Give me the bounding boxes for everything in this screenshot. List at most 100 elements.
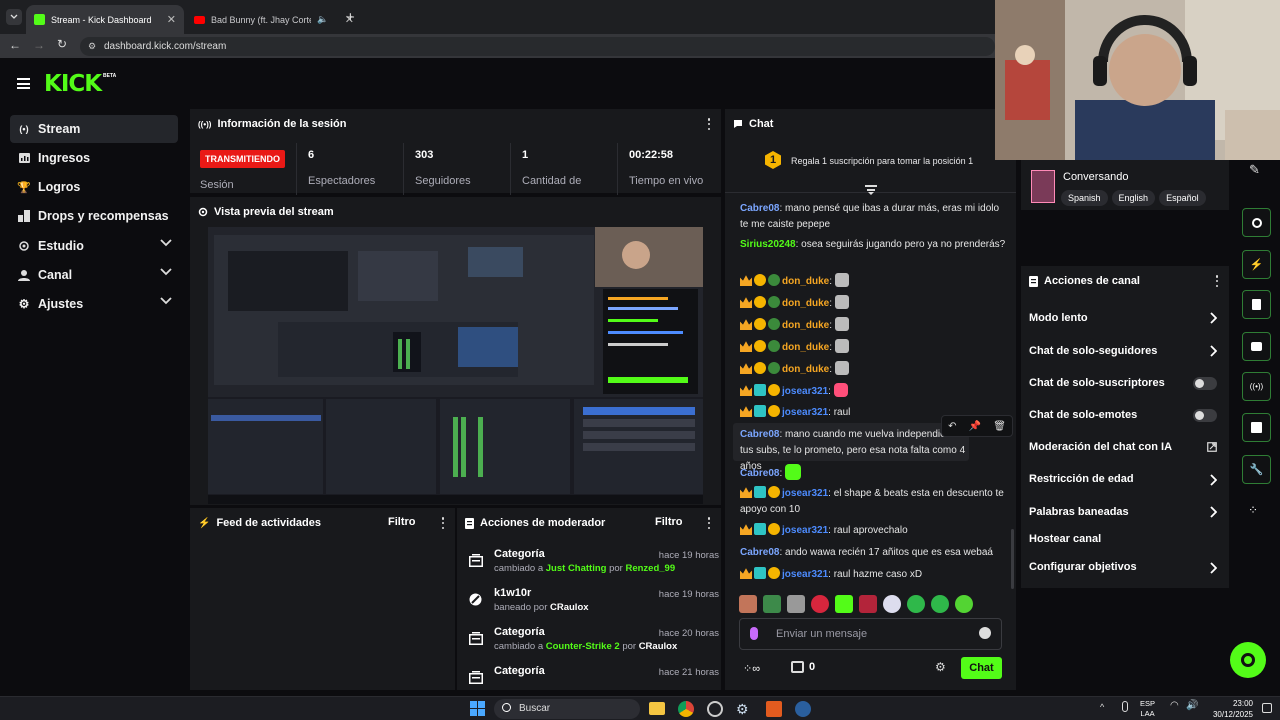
wifi-icon[interactable]: ◠ (1170, 700, 1179, 711)
emote-icon[interactable] (763, 595, 781, 613)
more-options-icon[interactable] (441, 517, 445, 529)
gear-icon[interactable]: ⚙ (935, 660, 946, 674)
clock[interactable]: 23:00 30/12/2025 (1205, 698, 1253, 720)
emote-icon[interactable] (883, 595, 901, 613)
emoji-picker-icon[interactable] (979, 627, 991, 639)
chat-username[interactable]: don_duke (782, 342, 829, 353)
subscribers-only-toggle[interactable] (1193, 377, 1217, 390)
kick-logo[interactable]: KICK (44, 71, 102, 97)
emote-icon[interactable] (811, 595, 829, 613)
app-icon[interactable] (707, 701, 723, 717)
language-tag[interactable]: English (1111, 190, 1156, 206)
url-input[interactable]: ⚙ dashboard.kick.com/stream (80, 37, 995, 56)
action-followers-only[interactable]: Chat de solo-seguidores (1029, 345, 1219, 357)
rail-chat-button[interactable] (1242, 332, 1271, 361)
action-age-restriction[interactable]: Restricción de edad (1029, 473, 1219, 485)
support-button[interactable] (1230, 642, 1266, 678)
tab-search-button[interactable] (6, 9, 22, 25)
action-configure-goals[interactable]: Configurar objetivos (1029, 561, 1219, 573)
emote-icon[interactable] (739, 595, 757, 613)
pin-message-icon[interactable]: 📌 (969, 421, 981, 432)
chat-username[interactable]: don_duke (782, 364, 829, 375)
emote-icon[interactable] (787, 595, 805, 613)
speaker-icon[interactable]: 🔈 (317, 14, 328, 25)
store-icon[interactable] (791, 661, 804, 673)
chat-username[interactable]: josear321 (782, 386, 828, 397)
chat-username[interactable]: josear321 (782, 525, 828, 536)
filter-button[interactable]: Filtro (655, 516, 683, 528)
more-options-icon[interactable] (1215, 275, 1219, 287)
emotes-only-toggle[interactable] (1193, 409, 1217, 422)
sidebar-item-logros[interactable]: 🏆 Logros (10, 173, 178, 201)
chevron-down-icon[interactable] (160, 239, 172, 247)
emote-icon[interactable] (955, 595, 973, 613)
rail-moderator-button[interactable] (1242, 290, 1271, 319)
taskbar-search[interactable]: Buscar (494, 699, 640, 719)
chat-username[interactable]: Cabre08 (740, 203, 779, 214)
chevron-right-icon[interactable] (1210, 562, 1217, 574)
reload-icon[interactable]: ↻ (57, 37, 67, 51)
community-icon[interactable]: ⁘∞ (743, 662, 760, 675)
more-options-icon[interactable] (707, 118, 711, 130)
microphone-icon[interactable] (750, 627, 758, 640)
action-host-channel[interactable]: Hostear canal (1029, 533, 1219, 545)
action-ai-moderation[interactable]: Moderación del chat con IA (1029, 441, 1219, 453)
browser-tab-kick[interactable]: Stream - Kick Dashboard ✕ (26, 5, 184, 34)
external-link-icon[interactable] (1207, 442, 1217, 452)
chevron-up-icon[interactable]: ^ (1100, 702, 1104, 712)
chat-username[interactable]: Cabre08 (740, 547, 779, 558)
sidebar-item-canal[interactable]: Canal (10, 261, 178, 289)
chrome-icon[interactable] (678, 701, 694, 717)
close-tab-icon[interactable]: ✕ (167, 13, 176, 26)
chat-username[interactable]: josear321 (782, 488, 828, 499)
chevron-right-icon[interactable] (1210, 474, 1217, 486)
file-explorer-icon[interactable] (649, 702, 665, 715)
more-options-icon[interactable] (707, 517, 711, 529)
chat-username[interactable]: don_duke (782, 320, 829, 331)
back-icon[interactable]: ← (9, 38, 21, 52)
chevron-down-icon[interactable] (160, 297, 172, 305)
language-indicator[interactable]: ESP LAA (1140, 699, 1155, 719)
language-tag[interactable]: Spanish (1061, 190, 1108, 206)
chat-username[interactable]: don_duke (782, 298, 829, 309)
rail-preview-button[interactable] (1242, 208, 1271, 237)
reply-icon[interactable]: ↶ (948, 421, 956, 432)
sidebar-item-estudio[interactable]: Estudio (10, 232, 178, 260)
windows-start-icon[interactable] (470, 701, 485, 716)
chevron-right-icon[interactable] (1210, 312, 1217, 324)
community-icon[interactable]: ⁘ (1248, 503, 1258, 517)
emote-icon[interactable] (907, 595, 925, 613)
volume-icon[interactable]: 🔊 (1186, 700, 1198, 711)
microphone-tray-icon[interactable] (1122, 701, 1128, 712)
chat-username[interactable]: don_duke (782, 276, 829, 287)
emote-icon[interactable] (859, 595, 877, 613)
rail-session-button[interactable]: ((•)) (1242, 372, 1271, 401)
rail-actions-button[interactable] (1242, 413, 1271, 442)
site-info-icon[interactable]: ⚙ (88, 41, 96, 52)
emote-icon[interactable] (931, 595, 949, 613)
rail-activity-button[interactable]: ⚡ (1242, 250, 1271, 279)
rail-tools-button[interactable]: 🔧 (1242, 455, 1271, 484)
chat-username[interactable]: Cabre08 (740, 429, 779, 440)
browser-tab-youtube[interactable]: Bad Bunny (ft. Jhay Cortez) 🔈 ✕ (186, 5, 362, 34)
chat-username[interactable]: josear321 (782, 569, 828, 580)
detail-user[interactable]: Renzed_99 (625, 563, 675, 574)
gift-leaderboard[interactable]: 1 Regala 1 suscripción para tomar la pos… (725, 143, 1016, 195)
chat-input[interactable]: Enviar un mensaje (739, 618, 1002, 650)
filter-button[interactable]: Filtro (388, 516, 416, 528)
new-tab-button[interactable]: + (346, 9, 355, 26)
chat-username[interactable]: Sirius20248 (740, 239, 796, 250)
chevron-right-icon[interactable] (1210, 345, 1217, 357)
forward-icon[interactable]: → (33, 38, 45, 52)
sidebar-item-ajustes[interactable]: ⚙ Ajustes (10, 290, 178, 318)
send-chat-button[interactable]: Chat (961, 657, 1002, 679)
chat-username[interactable]: Cabre08 (740, 468, 779, 479)
chevron-down-icon[interactable] (160, 268, 172, 276)
sidebar-item-ingresos[interactable]: Ingresos (10, 144, 178, 172)
trash-icon[interactable]: 🗑 (993, 421, 1006, 432)
language-tag[interactable]: Español (1159, 190, 1206, 206)
steam-icon[interactable] (795, 701, 811, 717)
action-slow-mode[interactable]: Modo lento (1029, 312, 1219, 324)
detail-user[interactable]: CRaulox (639, 641, 678, 652)
chat-username[interactable]: josear321 (782, 407, 828, 418)
